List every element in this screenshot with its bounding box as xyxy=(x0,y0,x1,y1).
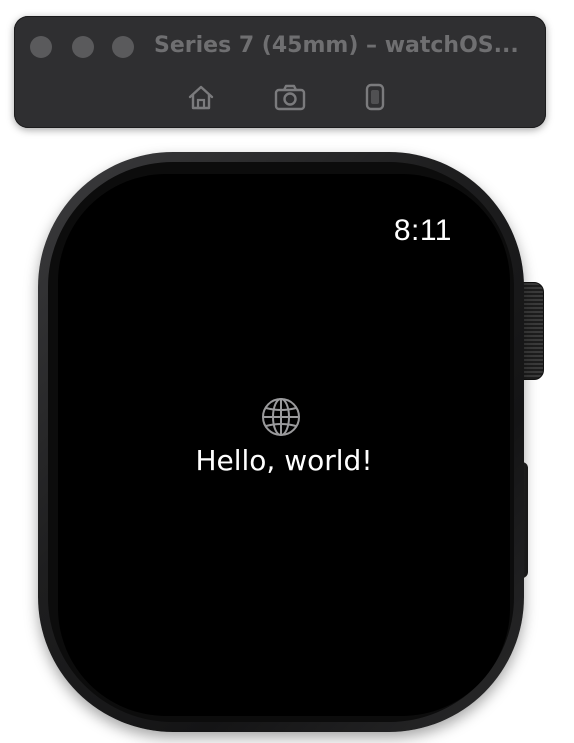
minimize-window-button[interactable] xyxy=(72,36,94,58)
hello-text: Hello, world! xyxy=(195,444,373,477)
window-title: Series 7 (45mm) – watchOS... xyxy=(154,33,519,58)
rotate-device-button[interactable] xyxy=(358,80,392,114)
zoom-window-button[interactable] xyxy=(112,36,134,58)
screenshot-button[interactable] xyxy=(273,80,307,114)
camera-icon xyxy=(274,84,306,111)
simulator-window-titlebar: Series 7 (45mm) – watchOS... xyxy=(14,16,546,128)
close-window-button[interactable] xyxy=(30,36,52,58)
home-icon xyxy=(188,85,214,110)
home-button[interactable] xyxy=(184,80,218,114)
status-time: 8:11 xyxy=(393,214,452,247)
watch-screen[interactable]: 8:11 Hello, world! xyxy=(58,174,510,716)
globe-icon xyxy=(262,398,300,436)
device-icon xyxy=(365,83,385,111)
